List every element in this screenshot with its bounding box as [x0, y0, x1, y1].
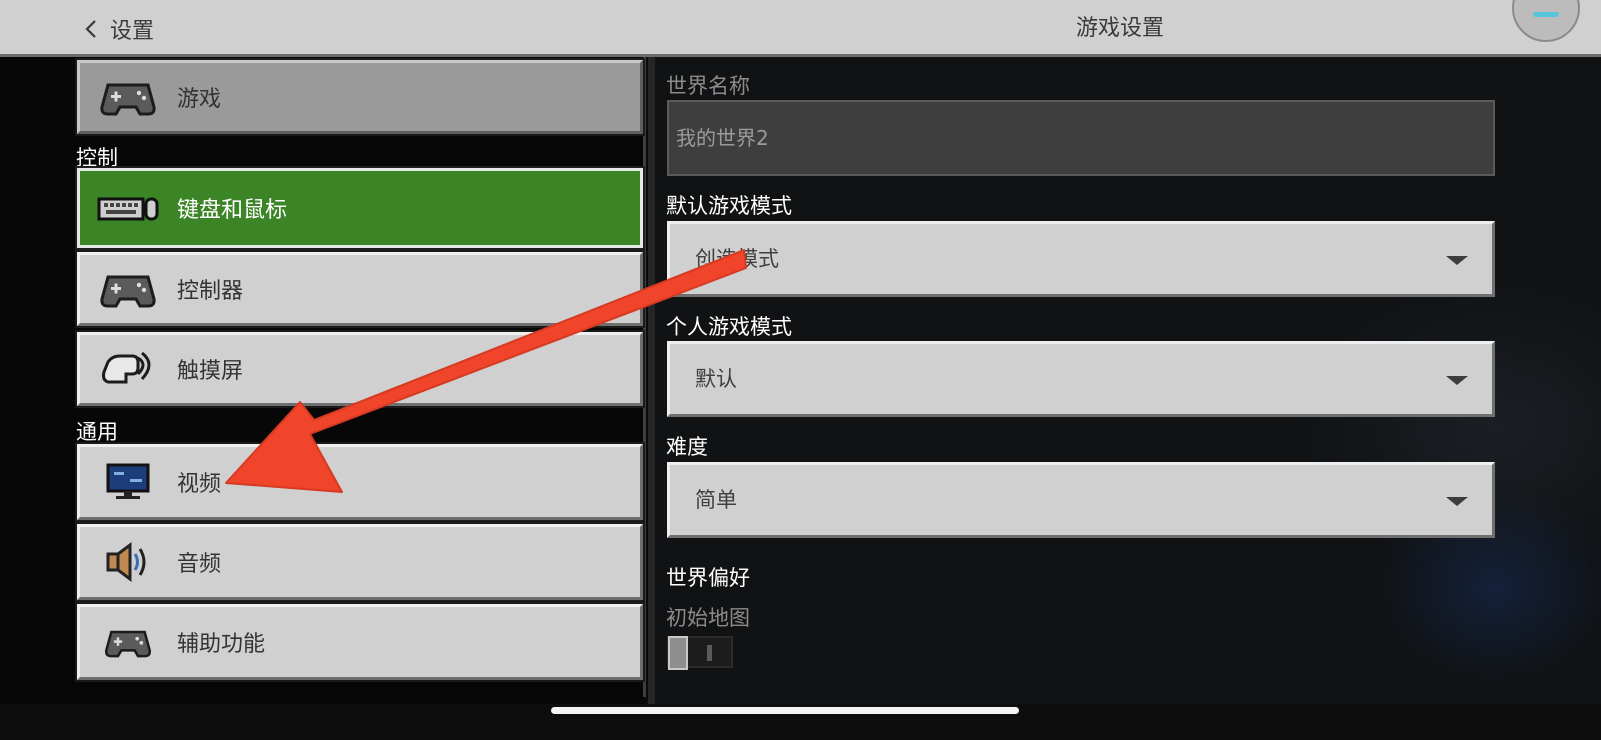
- touch-hand-icon: [96, 345, 160, 393]
- dropdown-value: 简单: [695, 488, 737, 512]
- caret-down-icon: [1446, 497, 1468, 506]
- sidebar-item-label: 辅助功能: [177, 632, 266, 657]
- world-name-input[interactable]: 我的世界2: [667, 100, 1495, 176]
- sidebar-item-label: 视频: [177, 472, 222, 497]
- profile-button[interactable]: [1512, 0, 1580, 42]
- sidebar-item-touchscreen[interactable]: 触摸屏: [75, 330, 645, 408]
- world-name-label: 世界名称: [666, 74, 750, 98]
- sidebar-item-label: 键盘和鼠标: [177, 198, 288, 223]
- starting-map-toggle[interactable]: [667, 636, 733, 670]
- toggle-off-mark: [707, 645, 712, 661]
- back-button[interactable]: 设置: [82, 14, 154, 44]
- sidebar-item-controller[interactable]: 控制器: [75, 250, 645, 328]
- panel-divider: [648, 57, 655, 704]
- difficulty-label: 难度: [666, 435, 708, 459]
- gamepad-icon: [96, 618, 160, 666]
- personal-game-mode-label: 个人游戏模式: [666, 315, 792, 339]
- sidebar-item-audio[interactable]: 音频: [75, 522, 645, 602]
- default-game-mode-label: 默认游戏模式: [666, 194, 792, 218]
- sidebar-item-game[interactable]: 游戏: [75, 58, 645, 136]
- sidebar-item-accessibility[interactable]: 辅助功能: [75, 602, 645, 682]
- sidebar-item-keyboard-mouse[interactable]: 键盘和鼠标: [75, 166, 645, 250]
- gamepad-icon: [96, 73, 160, 121]
- sidebar-item-video[interactable]: 视频: [75, 442, 645, 522]
- profile-indicator-icon: [1533, 12, 1559, 17]
- sidebar-scrollbar[interactable]: [643, 57, 646, 697]
- chevron-left-icon: [85, 20, 96, 38]
- sidebar-item-label: 控制器: [177, 279, 244, 304]
- sidebar-item-label: 游戏: [177, 87, 222, 112]
- caret-down-icon: [1446, 376, 1468, 385]
- dropdown-value: 创造模式: [695, 247, 779, 271]
- top-bar: 设置 游戏设置: [0, 0, 1601, 57]
- section-heading-general: 通用: [76, 420, 118, 444]
- dropdown-value: 默认: [695, 367, 737, 391]
- difficulty-dropdown[interactable]: 简单: [667, 462, 1495, 538]
- page-title: 游戏设置: [1075, 16, 1164, 41]
- default-game-mode-dropdown[interactable]: 创造模式: [667, 221, 1495, 297]
- starting-map-label: 初始地图: [666, 606, 750, 630]
- speaker-icon: [96, 538, 160, 586]
- caret-down-icon: [1446, 256, 1468, 265]
- gamepad-icon: [96, 265, 160, 313]
- world-preferences-heading: 世界偏好: [666, 566, 750, 590]
- clipped-next-label: [666, 690, 736, 700]
- back-label: 设置: [110, 19, 155, 44]
- home-indicator[interactable]: [551, 707, 1019, 714]
- keyboard-mouse-icon: [96, 184, 160, 232]
- monitor-icon: [96, 458, 160, 506]
- personal-game-mode-dropdown[interactable]: 默认: [667, 341, 1495, 417]
- toggle-knob: [668, 636, 688, 670]
- sidebar-item-label: 音频: [177, 552, 222, 577]
- sidebar-item-label: 触摸屏: [177, 359, 244, 384]
